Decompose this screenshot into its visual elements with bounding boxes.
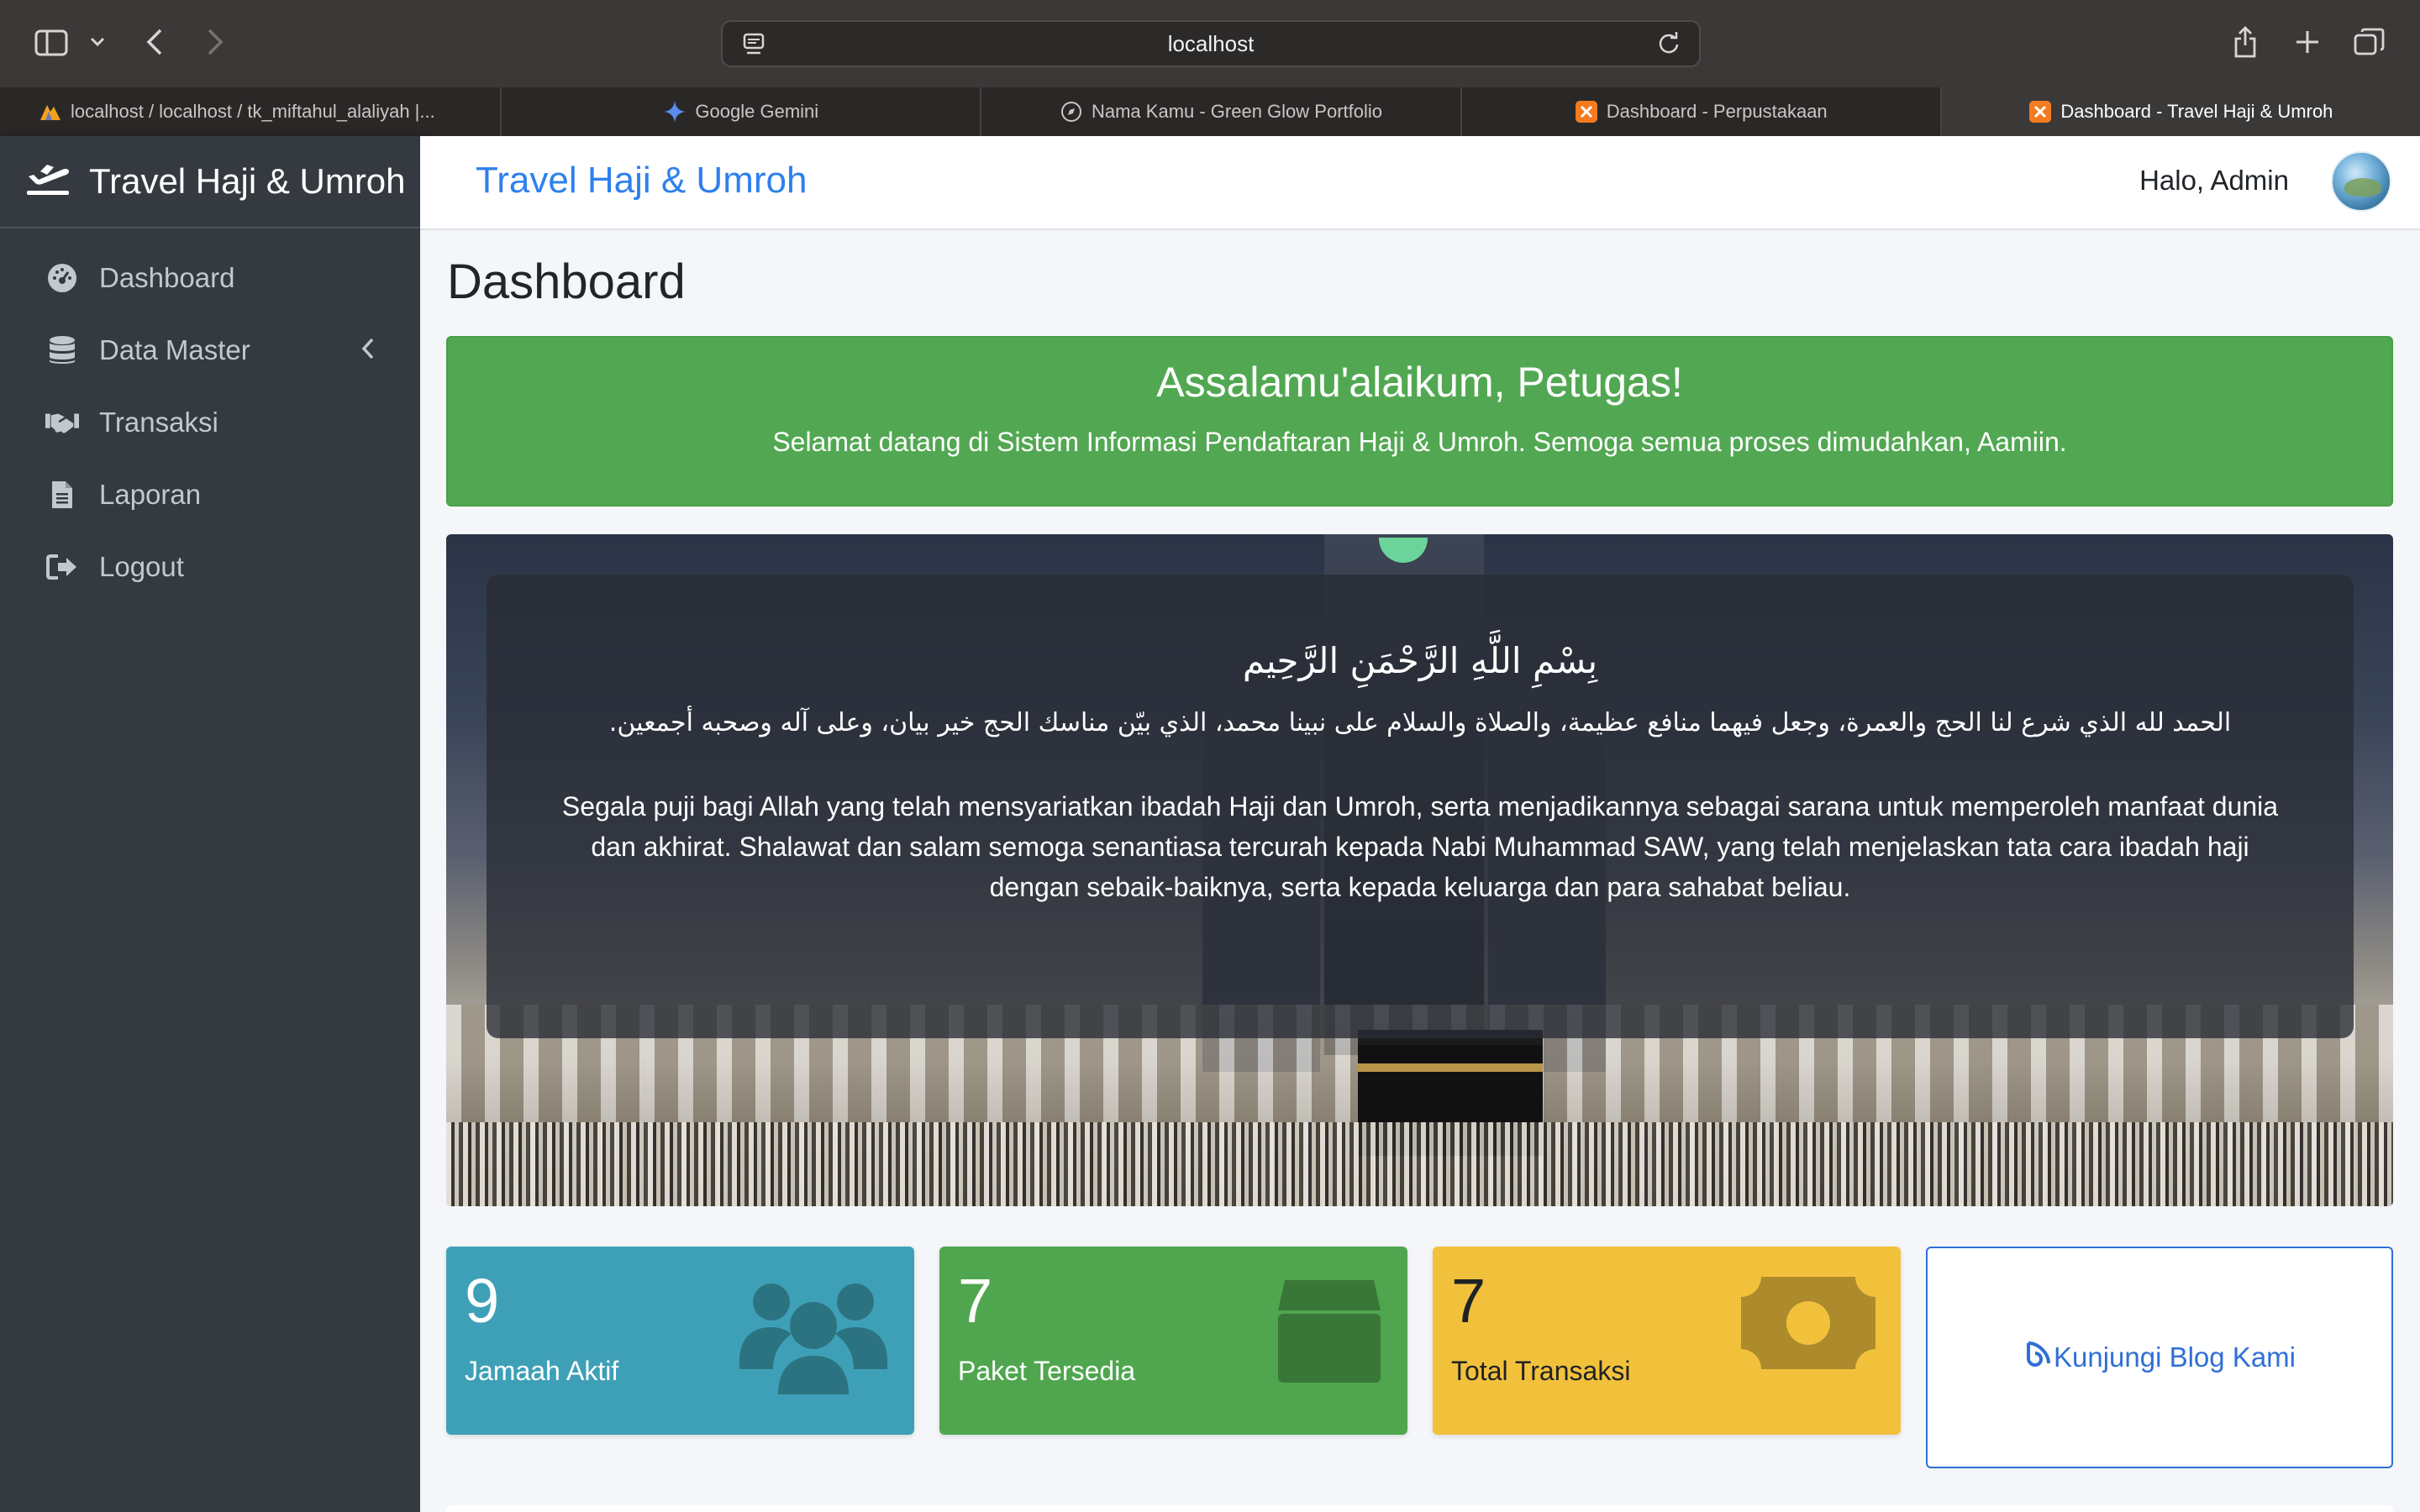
stat-value: 9 [465, 1266, 500, 1336]
blog-link-label: Kunjungi Blog Kami [2053, 1341, 2296, 1373]
sidebar-item-data-master[interactable]: Data Master [0, 314, 420, 386]
user-greeting[interactable]: Halo, Admin [2139, 165, 2289, 197]
share-icon[interactable] [2230, 24, 2260, 60]
top-navbar: Travel Haji & Umroh Halo, Admin [420, 136, 2420, 230]
page-title: Dashboard [447, 255, 686, 309]
sidebar-item-logout[interactable]: Logout [0, 531, 420, 603]
forward-icon[interactable] [200, 25, 230, 59]
chevron-down-icon[interactable] [87, 32, 108, 52]
money-bill-icon [1741, 1277, 1876, 1373]
sidebar-item-label: Laporan [99, 479, 202, 510]
sidebar-menu: Dashboard Data Master Transaksi Laporan [0, 228, 420, 603]
sign-out-icon [45, 550, 79, 584]
avatar[interactable] [2331, 151, 2391, 212]
plane-departure-icon [25, 158, 71, 205]
tab-label: Nama Kamu - Green Glow Portfolio [1091, 101, 1383, 122]
prayer-overlay: بِسْمِ اللَّهِ الرَّحْمَنِ الرَّحِيم الح… [487, 575, 2354, 1038]
chevron-left-icon[interactable] [360, 336, 376, 368]
sidebar: Travel Haji & Umroh Dashboard Data Maste… [0, 136, 420, 1512]
tab-label: Dashboard - Travel Haji & Umroh [2060, 101, 2333, 122]
content-wrapper: Travel Haji & Umroh Halo, Admin Dashboar… [420, 136, 2420, 1512]
arabic-prayer-text: الحمد لله الذي شرع لنا الحج والعمرة، وجع… [608, 708, 2232, 738]
bismillah-text: بِسْمِ اللَّهِ الرَّحْمَنِ الرَّحِيم [1242, 640, 1598, 681]
sidebar-item-label: Data Master [99, 334, 250, 365]
sidebar-item-dashboard[interactable]: Dashboard [0, 242, 420, 314]
brand-text: Travel Haji & Umroh [89, 161, 406, 201]
welcome-alert: Assalamu'alaikum, Petugas! Selamat datan… [446, 336, 2393, 507]
tab-travel-haji[interactable]: Dashboard - Travel Haji & Umroh [1941, 87, 2420, 136]
sidebar-item-label: Transaksi [99, 407, 218, 438]
browser-toolbar: localhost [0, 0, 2420, 87]
stat-card-paket[interactable]: 7 Paket Tersedia [939, 1247, 1407, 1435]
tachometer-icon [45, 261, 79, 295]
hero-crowd [446, 1122, 2393, 1206]
tab-phpmyadmin[interactable]: localhost / localhost / tk_miftahul_alal… [0, 87, 502, 136]
sidebar-item-label: Logout [99, 551, 184, 582]
database-icon [45, 333, 79, 367]
tab-label: Google Gemini [695, 101, 819, 122]
gemini-icon [663, 100, 687, 123]
blog-icon [2023, 1340, 2052, 1375]
new-tab-icon[interactable] [2292, 27, 2323, 57]
stats-row: 9 Jamaah Aktif 7 Paket Tersedia 7 Total … [446, 1247, 2393, 1468]
stat-card-transaksi[interactable]: 7 Total Transaksi [1433, 1247, 1901, 1435]
stat-label: Paket Tersedia [958, 1356, 1136, 1386]
phpmyadmin-icon [39, 100, 62, 123]
stat-value: 7 [958, 1266, 993, 1336]
stat-value: 7 [1451, 1266, 1486, 1336]
address-bar[interactable]: localhost [721, 20, 1701, 67]
box-icon [1276, 1277, 1382, 1390]
users-icon [738, 1277, 889, 1407]
tab-bar: localhost / localhost / tk_miftahul_alal… [0, 87, 2420, 136]
hero-banner: بِسْمِ اللَّهِ الرَّحْمَنِ الرَّحِيم الح… [446, 534, 2393, 1206]
xampp-icon [2028, 100, 2052, 123]
sidebar-item-transaksi[interactable]: Transaksi [0, 386, 420, 459]
brand-link[interactable]: Travel Haji & Umroh [0, 136, 420, 228]
next-card-edge [446, 1505, 2393, 1512]
url-text: localhost [1167, 31, 1255, 56]
blog-link-card[interactable]: Kunjungi Blog Kami [1926, 1247, 2393, 1468]
tab-portfolio[interactable]: Nama Kamu - Green Glow Portfolio [981, 87, 1462, 136]
compass-icon [1060, 100, 1083, 123]
tab-overview-icon[interactable] [2353, 25, 2386, 59]
file-icon [45, 478, 79, 512]
tab-label: localhost / localhost / tk_miftahul_alal… [71, 101, 435, 122]
xampp-icon [1575, 100, 1598, 123]
sidebar-item-label: Dashboard [99, 262, 235, 293]
tab-google-gemini[interactable]: Google Gemini [502, 87, 982, 136]
sidebar-toggle-icon[interactable] [32, 27, 71, 59]
back-icon[interactable] [139, 25, 170, 59]
navbar-title[interactable]: Travel Haji & Umroh [476, 160, 807, 202]
sidebar-item-laporan[interactable]: Laporan [0, 459, 420, 531]
stat-label: Jamaah Aktif [465, 1356, 619, 1386]
tab-label: Dashboard - Perpustakaan [1606, 101, 1828, 122]
stat-card-jamaah[interactable]: 9 Jamaah Aktif [446, 1247, 914, 1435]
stat-label: Total Transaksi [1451, 1356, 1631, 1386]
welcome-text: Selamat datang di Sistem Informasi Penda… [772, 427, 2067, 457]
welcome-heading: Assalamu'alaikum, Petugas! [1156, 359, 1683, 406]
reload-icon[interactable] [1657, 32, 1681, 60]
indonesian-prayer-text: Segala puji bagi Allah yang telah mensya… [561, 791, 2279, 902]
tab-perpustakaan[interactable]: Dashboard - Perpustakaan [1462, 87, 1942, 136]
handshake-icon [45, 406, 79, 439]
